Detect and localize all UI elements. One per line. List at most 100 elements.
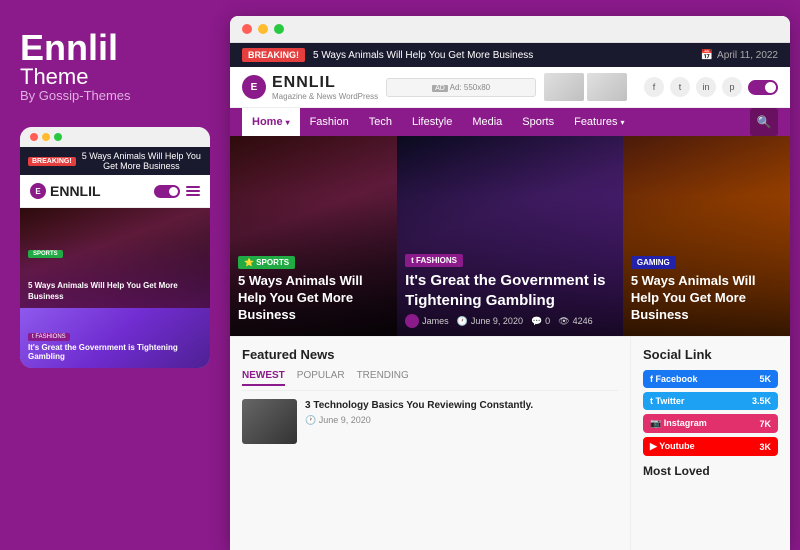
mobile-dark-toggle[interactable]: [154, 185, 180, 198]
article-date: 🕐 June 9, 2020: [457, 316, 523, 327]
nav-search-button[interactable]: 🔍: [750, 108, 778, 136]
mobile-bottom-image: t FASHIONS It's Great the Government is …: [20, 308, 210, 368]
facebook-icon-label: f Facebook: [650, 374, 698, 384]
breaking-badge: BREAKING!: [242, 48, 305, 62]
nav-item-media[interactable]: Media: [462, 108, 512, 136]
article-card-2[interactable]: t FASHIONS It's Great the Government is …: [397, 136, 623, 336]
clock-icon: 🕐: [457, 316, 468, 327]
mobile-fashions-badge: t FASHIONS: [28, 333, 70, 341]
browser-maximize-dot[interactable]: [274, 24, 284, 34]
nav-item-fashion[interactable]: Fashion: [300, 108, 359, 136]
instagram-icon[interactable]: in: [696, 77, 716, 97]
brand-title: Ennlil: [20, 30, 210, 66]
twitter-link[interactable]: t Twitter 3.5K: [643, 392, 778, 410]
nav-home-label: Home: [252, 116, 283, 128]
nav-item-lifestyle[interactable]: Lifestyle: [402, 108, 462, 136]
article-badge-sports: ⭐ SPORTS: [238, 256, 295, 269]
social-icons-header: f t in p: [644, 77, 778, 97]
facebook-link[interactable]: f Facebook 5K: [643, 370, 778, 388]
browser-content: BREAKING! 5 Ways Animals Will Help You G…: [230, 43, 790, 550]
mobile-logo-bar: E ENNLIL: [20, 175, 210, 208]
nav-item-home[interactable]: Home ▾: [242, 108, 300, 136]
twitter-count: 3.5K: [752, 396, 771, 406]
mobile-preview-card: BREAKING! 5 Ways Animals Will Help You G…: [20, 127, 210, 368]
mobile-hamburger[interactable]: [186, 186, 200, 196]
news-item-1[interactable]: 3 Technology Basics You Reviewing Consta…: [242, 399, 533, 444]
ad-image-2: [587, 73, 627, 101]
article-views: 👁 4246: [558, 316, 592, 327]
author-avatar: [405, 314, 419, 328]
pinterest-icon[interactable]: p: [722, 77, 742, 97]
mobile-breaking-text: 5 Ways Animals Will Help You Get More Bu…: [81, 151, 202, 171]
breaking-date: 📅 April 11, 2022: [701, 50, 778, 61]
header-ad-images: [544, 73, 627, 101]
browser-window: BREAKING! 5 Ways Animals Will Help You G…: [230, 16, 790, 550]
newest-label: NEWEST: [242, 370, 285, 381]
nav-item-features[interactable]: Features ▾: [564, 108, 634, 136]
tab-newest[interactable]: NEWEST: [242, 370, 285, 386]
instagram-link[interactable]: 📷 Instagram 7K: [643, 414, 778, 433]
mobile-logo-text-label: ENNLIL: [50, 183, 101, 199]
dark-mode-toggle[interactable]: [748, 80, 778, 95]
brand-subtitle: Theme: [20, 66, 210, 88]
nav-home-arrow: ▾: [286, 118, 290, 127]
author-name: James: [422, 316, 449, 326]
comment-icon: 💬: [531, 316, 542, 327]
news-thumb-1: [242, 399, 297, 444]
mobile-sports-badge: SPORTS: [28, 250, 63, 258]
article-title-2: It's Great the Government is Tightening …: [405, 271, 615, 310]
popular-label: POPULAR: [297, 370, 345, 381]
mobile-fashions-block: t FASHIONS It's Great the Government is …: [28, 325, 202, 362]
views-count: 4246: [573, 316, 593, 326]
date-value: June 9, 2020: [471, 316, 523, 326]
article-card-3[interactable]: GAMING 5 Ways Animals Will Help You Get …: [623, 136, 790, 336]
site-logo: E ENNLIL Magazine & News WordPress: [242, 74, 378, 101]
twitter-icon-label: t Twitter: [650, 396, 684, 406]
article-badge-fashions: t FASHIONS: [405, 254, 463, 267]
article-card-1[interactable]: ⭐ SPORTS 5 Ways Animals Will Help You Ge…: [230, 136, 397, 336]
clock-icon-news: 🕐: [305, 415, 316, 425]
ad-label: Ad: 550x80: [450, 83, 490, 92]
trending-label: TRENDING: [357, 370, 409, 381]
logo-circle-icon: E: [242, 75, 266, 99]
nav-features-arrow: ▾: [621, 118, 625, 127]
ad-badge: AD: [432, 85, 448, 92]
site-header: E ENNLIL Magazine & News WordPress AD Ad…: [230, 67, 790, 108]
brand-by: By Gossip-Themes: [20, 88, 210, 103]
instagram-count: 7K: [759, 419, 771, 429]
browser-close-dot[interactable]: [242, 24, 252, 34]
search-icon: 🔍: [757, 115, 772, 129]
news-text-1: 3 Technology Basics You Reviewing Consta…: [305, 399, 533, 426]
twitter-icon[interactable]: t: [670, 77, 690, 97]
instagram-icon-label: 📷 Instagram: [650, 418, 707, 429]
calendar-icon: 📅: [701, 50, 713, 61]
maximize-dot: [54, 133, 62, 141]
nav-features-label: Features: [574, 116, 617, 128]
nav-tech-label: Tech: [369, 116, 392, 128]
mobile-hero-image: SPORTS 5 Ways Animals Will Help You Get …: [20, 208, 210, 308]
browser-minimize-dot[interactable]: [258, 24, 268, 34]
mobile-fashions-title: It's Great the Government is Tightening …: [28, 343, 202, 362]
tab-popular[interactable]: POPULAR: [297, 370, 345, 386]
nav-item-sports[interactable]: Sports: [512, 108, 564, 136]
browser-chrome: [230, 16, 790, 43]
nav-fashion-label: Fashion: [310, 116, 349, 128]
article-meta-2: James 🕐 June 9, 2020 💬 0 👁 4246: [405, 314, 615, 328]
left-panel: Ennlil Theme By Gossip-Themes BREAKING! …: [0, 0, 230, 550]
breaking-news-text: 5 Ways Animals Will Help You Get More Bu…: [313, 50, 693, 61]
ad-banner: AD Ad: 550x80: [386, 78, 536, 97]
social-links-title: Social Link: [643, 347, 778, 362]
article-title-1: 5 Ways Animals Will Help You Get More Bu…: [238, 273, 389, 324]
views-icon: 👁: [558, 316, 569, 327]
logo-sub: Magazine & News WordPress: [272, 92, 378, 101]
minimize-dot: [42, 133, 50, 141]
tab-trending[interactable]: TRENDING: [357, 370, 409, 386]
comment-count: 0: [545, 316, 550, 326]
ad-image-1: [544, 73, 584, 101]
mobile-logo: E ENNLIL: [30, 183, 101, 199]
facebook-icon[interactable]: f: [644, 77, 664, 97]
nav-item-tech[interactable]: Tech: [359, 108, 402, 136]
logo-info: ENNLIL Magazine & News WordPress: [272, 74, 378, 101]
article-title-3: 5 Ways Animals Will Help You Get More Bu…: [631, 273, 782, 324]
youtube-link[interactable]: ▶ Youtube 3K: [643, 437, 778, 456]
